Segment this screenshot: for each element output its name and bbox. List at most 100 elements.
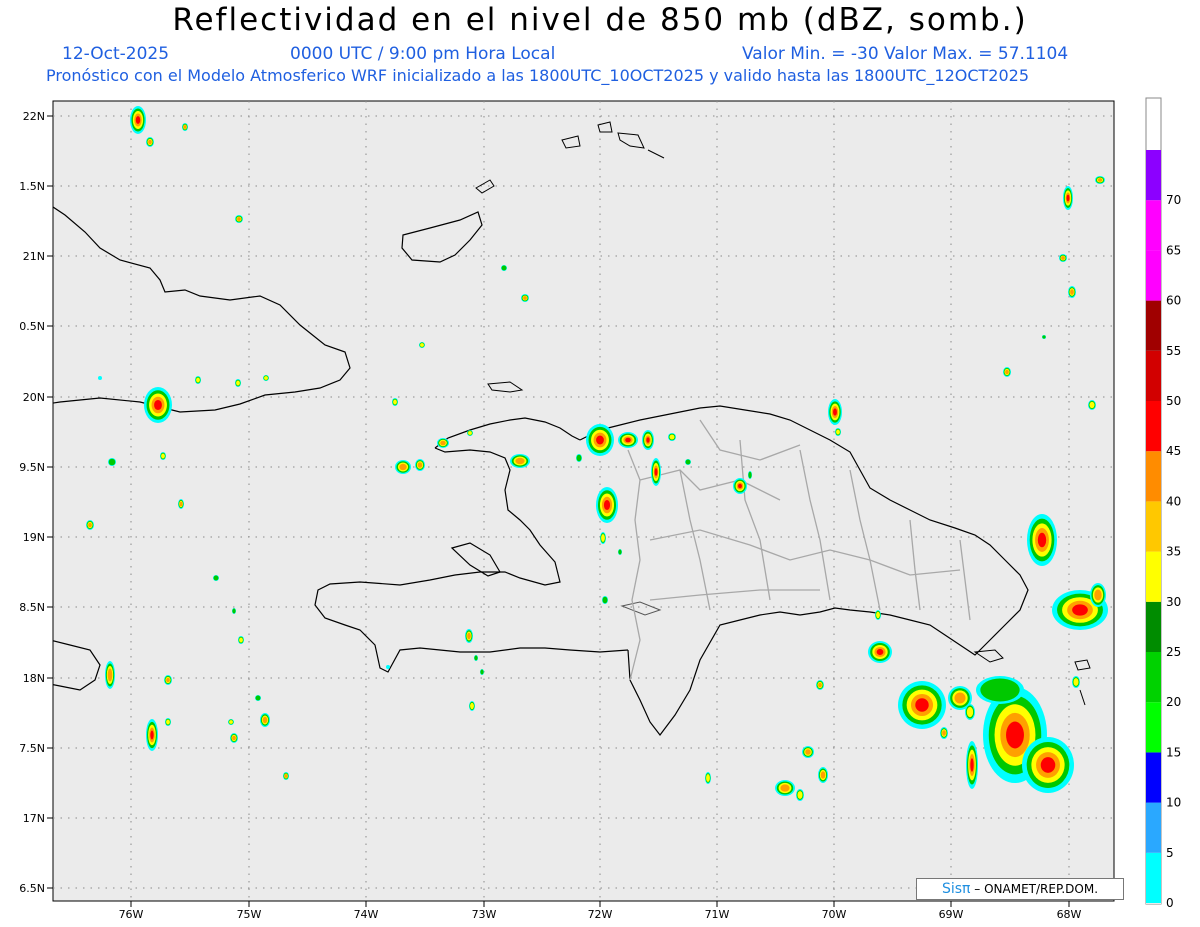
lon-label: 76W: [119, 908, 144, 921]
lat-label: 1.5N: [19, 180, 45, 193]
echo: [915, 698, 929, 712]
colorbar-label: 5: [1166, 846, 1174, 860]
echo: [420, 343, 424, 347]
echo: [1061, 256, 1065, 260]
echo: [1094, 589, 1102, 601]
echo: [166, 677, 170, 683]
echo: [603, 499, 611, 511]
echo: [468, 431, 472, 435]
lon-label: 73W: [472, 908, 497, 921]
echo: [954, 692, 966, 704]
colorbar-swatch: [1146, 802, 1161, 853]
echo: [108, 458, 116, 466]
echo: [523, 296, 527, 300]
echo: [1097, 178, 1103, 182]
echo: [601, 534, 605, 542]
lon-label: 69W: [939, 908, 964, 921]
echo: [1037, 532, 1047, 548]
echo: [393, 399, 397, 405]
echo: [1073, 678, 1079, 686]
lat-label: 8.5N: [19, 601, 45, 614]
lat-label: 20N: [23, 391, 45, 404]
map-frame: [52, 100, 1115, 902]
echo: [501, 265, 507, 271]
colorbar-label: 25: [1166, 645, 1181, 659]
echo: [467, 632, 471, 640]
echo: [183, 125, 187, 129]
echo: [836, 429, 840, 435]
echo: [805, 749, 811, 755]
echo: [239, 637, 243, 643]
lat-label: 6.5N: [19, 882, 45, 895]
lon-label: 72W: [588, 908, 613, 921]
colorbar-label: 55: [1166, 344, 1181, 358]
colorbar-label: 35: [1166, 545, 1181, 559]
colorbar-label: 20: [1166, 695, 1181, 709]
colorbar-swatch: [1146, 300, 1161, 351]
colorbar-label: 30: [1166, 595, 1181, 609]
echo: [107, 668, 113, 682]
echo: [515, 457, 525, 465]
colorbar-swatch: [1146, 451, 1161, 502]
echo: [213, 575, 219, 581]
echo: [669, 434, 675, 440]
echo: [148, 139, 152, 145]
echo: [417, 462, 423, 468]
lon-label: 68W: [1057, 908, 1082, 921]
echo: [685, 459, 691, 465]
echo: [820, 771, 826, 779]
echo: [166, 719, 170, 725]
echo: [833, 408, 837, 416]
colorbar-label: 65: [1166, 243, 1181, 257]
colorbar-swatch: [1146, 200, 1161, 251]
echo: [1006, 721, 1024, 749]
lat-label: 21N: [23, 250, 45, 263]
echo: [1040, 757, 1056, 773]
echo: [942, 730, 946, 736]
echo: [1042, 335, 1046, 339]
echo: [150, 730, 154, 740]
echo: [386, 665, 390, 669]
colorbar-swatch: [1146, 752, 1161, 803]
echo: [1089, 401, 1095, 409]
echo: [236, 380, 240, 386]
echo: [748, 471, 752, 479]
echo: [262, 716, 268, 724]
colorbar-label: 60: [1166, 294, 1181, 308]
colorbar-swatch: [1146, 702, 1161, 753]
echo: [706, 774, 710, 782]
echo: [232, 735, 236, 741]
colorbar-swatch: [1146, 652, 1161, 703]
colorbar: 0 5 10 15 20 25 30 35 40 45 50 55 60 65 70: [1145, 97, 1181, 910]
sispi-logo: Sisπ: [941, 881, 971, 897]
lat-label: 9.5N: [19, 461, 45, 474]
lat-label: 22N: [23, 110, 45, 123]
echo: [1072, 604, 1088, 616]
colorbar-label: 45: [1166, 444, 1181, 458]
colorbar-swatch: [1146, 401, 1161, 452]
echo: [646, 437, 650, 443]
echo: [232, 608, 236, 614]
echo: [440, 440, 446, 446]
echo: [264, 376, 268, 380]
echo: [876, 648, 884, 656]
echo: [596, 435, 604, 445]
lat-label: 17N: [23, 812, 45, 825]
colorbar-label: 50: [1166, 394, 1181, 408]
echo: [229, 720, 233, 724]
colorbar-label: 70: [1166, 193, 1181, 207]
colorbar-label: 10: [1166, 796, 1181, 810]
credit-box: Sisπ – ONAMET/REP.DOM.: [916, 878, 1124, 900]
echo: [780, 784, 790, 792]
echo: [818, 682, 822, 688]
colorbar-swatch: [1146, 601, 1161, 652]
echo: [237, 217, 241, 221]
echo: [88, 522, 92, 528]
echo: [179, 501, 183, 507]
lon-label: 70W: [822, 908, 847, 921]
echo: [738, 483, 742, 489]
echo: [876, 611, 880, 619]
colorbar-swatch: [1146, 250, 1161, 301]
echo: [1066, 194, 1070, 202]
colorbar-swatch: [1146, 903, 1161, 904]
